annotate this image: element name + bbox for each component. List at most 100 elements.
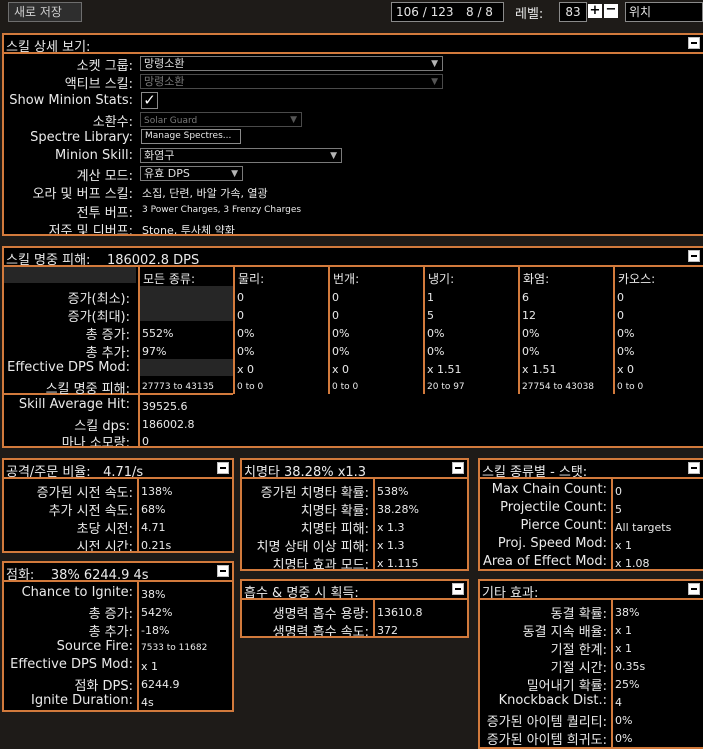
stat-label: Pierce Count: (520, 518, 608, 533)
chevron-down-icon: ▼ (330, 151, 337, 161)
table-cell: 0% (427, 327, 445, 340)
divider (242, 477, 467, 479)
save-new-button[interactable]: 새로 저장 (8, 2, 82, 22)
column-divider (137, 580, 139, 710)
level-input[interactable]: 83 (559, 2, 587, 22)
stat-value: x 1.3 (377, 521, 405, 534)
minion-dropdown[interactable]: Solar Guard ▼ (140, 112, 302, 127)
level-decrease-button[interactable]: − (604, 3, 618, 18)
divider (4, 52, 703, 54)
table-cell: 0 (617, 291, 624, 304)
skill-detail-panel: 스킬 상세 보기: 소켓 그룹: 망령소환 ▼ 액티브 스킬: 망령소환 ▼ Sho… (2, 33, 703, 236)
stat-value: -18% (141, 624, 170, 637)
table-cell: 1 (427, 291, 434, 304)
collapse-icon[interactable] (688, 462, 700, 474)
location-field[interactable]: 위치 (625, 2, 703, 22)
stat-label: 초당 시전: (76, 522, 133, 537)
show-minion-stats-label: Show Minion Stats: (9, 93, 133, 108)
other-effects-panel: 기타 효과: 동결 확률: 38% 동결 지속 배율: x 1 기절 한계: x… (478, 579, 703, 749)
table-cell: 0% (522, 327, 540, 340)
leech-panel: 흡수 & 명중 시 획득: 생명력 흡수 용량: 13610.8 생명력 흡수 … (240, 579, 469, 638)
stat-label: Area of Effect Mod: (482, 554, 607, 569)
row-label: 증가(최소): (67, 292, 130, 307)
stat-label: 시전 시간: (76, 540, 133, 553)
stat-label: 치명타 효과 모드: (272, 558, 369, 571)
stat-label: 생명력 흡수 속도: (272, 625, 369, 638)
ignite-panel: 점화: 38% 6244.9 4s Chance to Ignite: 38% … (2, 561, 234, 712)
row-label: 증가(최대): (67, 310, 130, 325)
manage-spectres-button[interactable]: Manage Spectres... (141, 129, 241, 144)
row-label: Effective DPS Mod: (7, 360, 130, 375)
stat-label: 증가된 아이템 희귀도: (486, 733, 607, 748)
table-cell: 0 (237, 291, 244, 304)
stat-value: 38.28% (377, 503, 419, 516)
stat-value: 7533 to 11682 (141, 643, 208, 653)
table-cell: 12 (522, 309, 536, 322)
stat-label: 치명타 확률: (300, 504, 369, 519)
column-divider (137, 477, 139, 551)
table-cell: 0% (427, 345, 445, 358)
stat-label: Proj. Speed Mod: (497, 536, 607, 551)
show-minion-stats-checkbox[interactable]: ✓ (141, 92, 158, 109)
collapse-icon[interactable] (688, 37, 700, 49)
stat-label: 동결 지속 배율: (522, 625, 607, 640)
table-cell: x 1.51 (522, 363, 557, 376)
calc-mode-dropdown[interactable]: 유효 DPS ▼ (140, 166, 243, 181)
stat-value: x 1 (141, 660, 159, 673)
stat-label: 추가 시전 속도: (48, 504, 133, 519)
empty-cell (140, 286, 233, 321)
column-divider (611, 598, 613, 747)
column-header: 물리: (238, 272, 265, 286)
table-cell: x 0 (617, 363, 635, 376)
collapse-icon[interactable] (217, 462, 229, 474)
stat-label: 치명 상태 이상 피해: (256, 540, 369, 555)
active-skill-label: 액티브 스킬: (64, 77, 133, 92)
column-header: 냉기: (428, 272, 455, 286)
stat-value: 38% (141, 588, 166, 601)
chevron-down-icon: ▼ (431, 77, 438, 87)
stat-value: All targets (615, 521, 672, 534)
mana-cost-label: 마나 소모량: (61, 436, 130, 448)
active-skill-dropdown[interactable]: 망령소환 ▼ (140, 74, 443, 89)
collapse-icon[interactable] (688, 250, 700, 262)
collapse-icon[interactable] (452, 462, 464, 474)
stat-value: 38% (615, 606, 640, 619)
divider (4, 477, 232, 479)
collapse-icon[interactable] (452, 583, 464, 595)
column-divider (613, 265, 615, 394)
stat-value: x 1 (615, 642, 633, 655)
stat-value: x 1.08 (615, 557, 650, 570)
mana-cost-value: 0 (142, 435, 149, 448)
chevron-down-icon: ▼ (431, 59, 438, 69)
collapse-icon[interactable] (688, 583, 700, 595)
column-divider (328, 265, 330, 394)
skill-type-panel: 스킬 종류별 - 스탯: Max Chain Count: 0 Projecti… (478, 458, 703, 571)
table-cell: 0% (237, 345, 255, 358)
stat-label: 증가된 아이템 퀄리티: (486, 715, 607, 730)
table-cell: 0 (332, 291, 339, 304)
minion-skill-dropdown[interactable]: 화염구 ▼ (140, 148, 342, 163)
stat-value: 4s (141, 696, 154, 709)
stat-value: 4 (615, 696, 622, 709)
stat-label: 증가된 치명타 확률: (260, 486, 369, 501)
stat-label: 총 증가: (88, 607, 133, 622)
collapse-icon[interactable] (217, 565, 229, 577)
stat-label: Chance to Ignite: (21, 585, 133, 600)
stat-label: Knockback Dist.: (498, 693, 607, 708)
stat-value: 0% (615, 732, 633, 745)
column-divider (373, 477, 375, 569)
table-cell: 0 (332, 309, 339, 322)
stat-label: Ignite Duration: (30, 693, 133, 708)
stat-value: 542% (141, 606, 173, 619)
curse-debuff-value: Stone, 투사체 약화 (142, 224, 235, 236)
hit-damage-panel: 스킬 명중 피해: 186002.8 DPS 모든 종류: 물리: 번개: 냉기… (2, 246, 703, 448)
table-cell: x 1.51 (427, 363, 462, 376)
stat-value: 138% (141, 485, 173, 498)
chevron-down-icon: ▼ (231, 169, 238, 179)
socket-group-dropdown[interactable]: 망령소환 ▼ (140, 56, 443, 71)
table-cell: x 0 (332, 363, 350, 376)
level-increase-button[interactable]: + (588, 4, 602, 18)
table-cell: 27773 to 43135 (142, 382, 215, 392)
column-divider (138, 265, 140, 446)
stat-value: x 1 (615, 539, 633, 552)
